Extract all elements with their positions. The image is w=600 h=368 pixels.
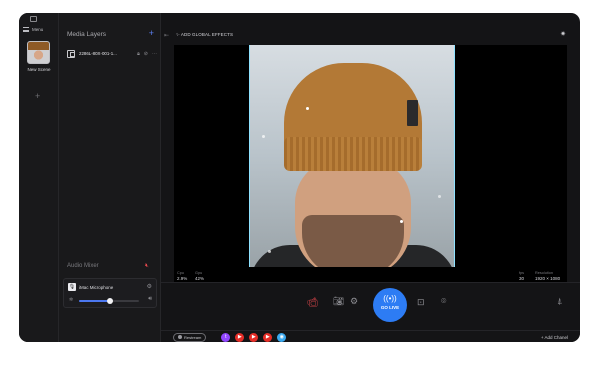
sensitivity-icon: ✲: [69, 297, 74, 303]
volume-knob[interactable]: [107, 297, 114, 304]
resolution-stat-value: 1920 × 1080: [535, 276, 561, 281]
beard-shape: [302, 215, 404, 267]
hamburger-icon: [23, 27, 29, 32]
settings-icon[interactable]: ✷: [560, 30, 566, 38]
record-icon[interactable]: ⊡: [417, 297, 425, 308]
media-layers-title: Media Layers: [67, 31, 107, 38]
stage-preview: [174, 45, 567, 282]
restream-label: Restream: [184, 334, 202, 340]
gpu-stat-value: 42%: [195, 276, 205, 281]
media-layers-panel: Media Layers + 2286L-80X-001-1... 🔒︎ ⊘ ⋯…: [59, 13, 161, 342]
camera-off-icon[interactable]: 📹︎: [307, 297, 318, 308]
beanie-cuff-shape: [284, 137, 422, 171]
restream-toggle[interactable]: Restream: [173, 332, 207, 342]
youtube-icon[interactable]: ▶: [249, 332, 259, 342]
scenes-sidebar: Menu New Scene +: [19, 13, 59, 342]
camera-layer[interactable]: [249, 45, 455, 267]
snapshot-icon[interactable]: 📷︎: [333, 296, 344, 307]
cpu-stat: Cpu 2.9%: [177, 271, 187, 281]
layer-item[interactable]: 2286L-80X-001-1... 🔒︎ ⊘ ⋯: [67, 48, 157, 59]
periscope-icon[interactable]: ◉: [277, 332, 287, 342]
resolution-stat-label: Resolution: [535, 271, 553, 275]
mute-all-icon[interactable]: 🔇︎: [145, 263, 153, 270]
channels-bar: Restream t ▶ ▶ ▶ ◉ + Add Chanel: [161, 330, 580, 342]
audio-device-label: iMac Microphone: [79, 285, 114, 290]
gpu-stat: Gpu 42%: [195, 271, 204, 281]
twitch-icon[interactable]: t: [221, 332, 231, 342]
control-bar: 📹︎ 📷︎ ⚙ ((•)) GO LIVE ⊡ ⌾ ⍋ Restream t ▶…: [161, 282, 580, 342]
webcam-icon[interactable]: ⌾: [441, 296, 446, 307]
snowflake: [438, 195, 441, 198]
audio-mixer-title: Audio Mixer: [67, 263, 99, 269]
gpu-stat-label: Gpu: [195, 271, 203, 275]
more-icon[interactable]: ⋯: [152, 51, 157, 57]
beanie-tag-shape: [407, 100, 418, 126]
microphone-icon: 🎙︎: [68, 283, 76, 291]
resolution-stat: Resolution 1920 × 1080: [535, 271, 560, 281]
volume-slider[interactable]: [79, 297, 139, 304]
go-live-label: GO LIVE: [380, 305, 400, 310]
gear-icon[interactable]: ⚙: [350, 296, 358, 307]
layer-label: 2286L-80X-001-1...: [79, 51, 117, 56]
add-layer-button[interactable]: +: [149, 28, 154, 38]
add-global-effects-button[interactable]: ✨︎ ADD GLOBAL EFFECTS: [176, 32, 233, 37]
fps-stat: fps 30: [519, 271, 524, 281]
go-live-button[interactable]: ((•)) GO LIVE: [373, 288, 407, 322]
fps-stat-label: fps: [519, 271, 525, 275]
snowflake: [262, 135, 265, 138]
add-scene-icon[interactable]: +: [35, 91, 40, 101]
lock-icon[interactable]: 🔒︎: [137, 51, 140, 57]
window-icon[interactable]: [30, 16, 37, 22]
hide-icon[interactable]: ⊘: [144, 51, 148, 57]
audio-device-card: 🎙︎ iMac Microphone ⚙ ✲ 🔊︎: [63, 278, 157, 308]
snowflake: [306, 107, 309, 110]
app-window: Menu New Scene + Media Layers + 2286L-80…: [19, 13, 580, 342]
collapse-panel-icon[interactable]: ⇤: [164, 32, 169, 39]
menu-button[interactable]: Menu: [23, 27, 43, 32]
menu-label: Menu: [32, 27, 44, 32]
snowflake: [268, 250, 271, 253]
fps-stat-value: 30: [519, 276, 525, 281]
audio-settings-icon[interactable]: ⚙: [147, 283, 152, 290]
toggle-dot: [178, 335, 182, 339]
add-global-effects-label: ADD GLOBAL EFFECTS: [180, 32, 234, 37]
vertical-mode-icon[interactable]: ⍋: [557, 296, 562, 307]
scene-label: New Scene: [27, 67, 51, 72]
broadcast-icon: ((•)): [383, 294, 397, 303]
youtube-icon[interactable]: ▶: [263, 332, 273, 342]
media-layer-icon: [67, 49, 75, 58]
add-channel-button[interactable]: + Add Chanel: [541, 335, 568, 340]
cpu-stat-label: Cpu: [177, 271, 184, 275]
youtube-icon[interactable]: ▶: [235, 332, 245, 342]
scene-thumbnail[interactable]: [27, 41, 50, 64]
snowflake: [400, 220, 403, 223]
cpu-stat-value: 2.9%: [177, 276, 188, 281]
speaker-icon[interactable]: 🔊︎: [148, 296, 152, 303]
volume-fill: [79, 300, 111, 302]
